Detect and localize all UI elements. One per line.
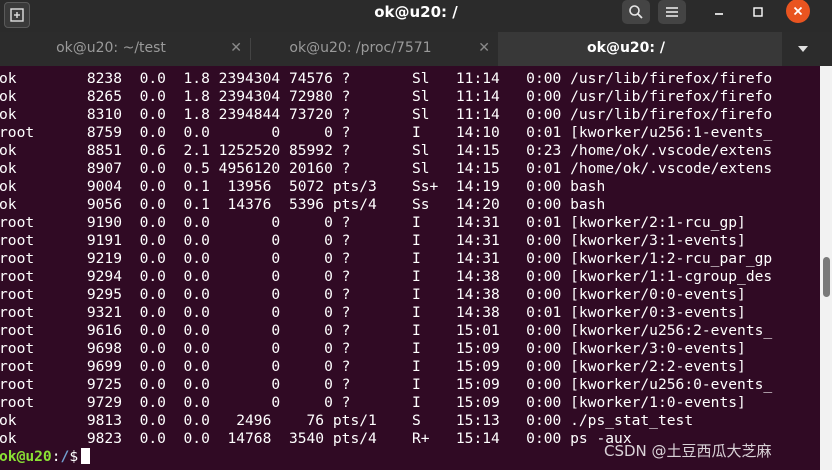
terminal-line: ok 9056 0.0 0.1 14376 5396 pts/4 Ss 14:2… <box>0 196 606 213</box>
terminal-output[interactable]: ok 8238 0.0 1.8 2394304 74576 ? Sl 11:14… <box>0 66 820 470</box>
terminal-line: ok 9004 0.0 0.1 13956 5072 pts/3 Ss+ 14:… <box>0 178 606 195</box>
terminal-line: root 9190 0.0 0.0 0 0 ? I 14:31 0:01 [kw… <box>0 214 746 231</box>
terminal-line: root 9191 0.0 0.0 0 0 ? I 14:31 0:00 [kw… <box>0 232 746 249</box>
terminal-line: root 9295 0.0 0.0 0 0 ? I 14:38 0:00 [kw… <box>0 286 746 303</box>
terminal-line: root 9698 0.0 0.0 0 0 ? I 15:09 0:00 [kw… <box>0 340 746 357</box>
search-icon <box>629 5 643 19</box>
terminal-line: ok 8851 0.6 2.1 1252520 85992 ? Sl 14:15… <box>0 142 773 159</box>
chevron-down-icon <box>798 46 808 52</box>
prompt-user-host: ok@u20 <box>0 448 52 465</box>
scrollbar-thumb[interactable] <box>823 257 830 297</box>
terminal-line: ok 9823 0.0 0.0 14768 3540 pts/4 R+ 15:1… <box>0 430 632 447</box>
tabs-menu-button[interactable] <box>790 32 816 66</box>
minimize-button[interactable] <box>706 0 732 24</box>
new-tab-button[interactable] <box>4 2 30 28</box>
tab-root-active[interactable]: ok@u20: / <box>498 32 782 66</box>
tab-close-icon[interactable]: ✕ <box>478 32 490 65</box>
tab-test[interactable]: ok@u20: ~/test ✕ <box>0 32 250 66</box>
close-icon <box>793 6 803 16</box>
tab-bar: ok@u20: ~/test ✕ ok@u20: /proc/7571 ✕ ok… <box>0 32 832 66</box>
text-cursor <box>81 448 91 464</box>
terminal-line: ok 8238 0.0 1.8 2394304 74576 ? Sl 11:14… <box>0 70 773 87</box>
terminal-line: root 9729 0.0 0.0 0 0 ? I 15:09 0:00 [kw… <box>0 394 746 411</box>
terminal-line: ok 8907 0.0 0.5 4956120 20160 ? Sl 14:15… <box>0 160 773 177</box>
terminal-line: root 9294 0.0 0.0 0 0 ? I 14:38 0:00 [kw… <box>0 268 773 285</box>
terminal-line: root 8759 0.0 0.0 0 0 ? I 14:10 0:01 [kw… <box>0 124 773 141</box>
minimize-icon <box>715 13 723 15</box>
tab-label: ok@u20: / <box>587 40 665 56</box>
new-tab-icon <box>10 8 24 22</box>
terminal-line: ok 8265 0.0 1.8 2394304 72980 ? Sl 11:14… <box>0 88 773 105</box>
terminal-line: ok 9813 0.0 0.0 2496 76 pts/1 S 15:13 0:… <box>0 412 694 429</box>
prompt-symbol: $ <box>69 448 79 465</box>
maximize-button[interactable] <box>745 0 771 24</box>
terminal-line: root 9725 0.0 0.0 0 0 ? I 15:09 0:00 [kw… <box>0 376 773 393</box>
terminal-line: ok 8310 0.0 1.8 2394844 73720 ? Sl 11:14… <box>0 106 773 123</box>
prompt-path: / <box>60 448 70 465</box>
prompt-separator: : <box>51 448 61 465</box>
title-bar: ok@u20: / <box>0 0 832 32</box>
menu-button[interactable] <box>658 0 686 24</box>
tab-label: ok@u20: ~/test <box>56 40 166 56</box>
terminal-line: root 9616 0.0 0.0 0 0 ? I 15:01 0:00 [kw… <box>0 322 773 339</box>
terminal-line: root 9219 0.0 0.0 0 0 ? I 14:31 0:00 [kw… <box>0 250 773 267</box>
search-button[interactable] <box>622 0 650 24</box>
watermark-text: CSDN @土豆西瓜大芝麻 <box>604 442 772 460</box>
maximize-icon <box>753 7 763 17</box>
tab-proc[interactable]: ok@u20: /proc/7571 ✕ <box>251 32 498 66</box>
tab-close-icon[interactable]: ✕ <box>230 32 242 65</box>
command-prompt[interactable]: ok@u20:/$ <box>0 448 91 466</box>
hamburger-menu-icon <box>666 7 678 17</box>
tab-label: ok@u20: /proc/7571 <box>289 40 432 56</box>
terminal-line: root 9699 0.0 0.0 0 0 ? I 15:09 0:00 [kw… <box>0 358 746 375</box>
terminal-line: root 9321 0.0 0.0 0 0 ? I 14:38 0:01 [kw… <box>0 304 746 321</box>
close-button[interactable] <box>786 0 810 23</box>
